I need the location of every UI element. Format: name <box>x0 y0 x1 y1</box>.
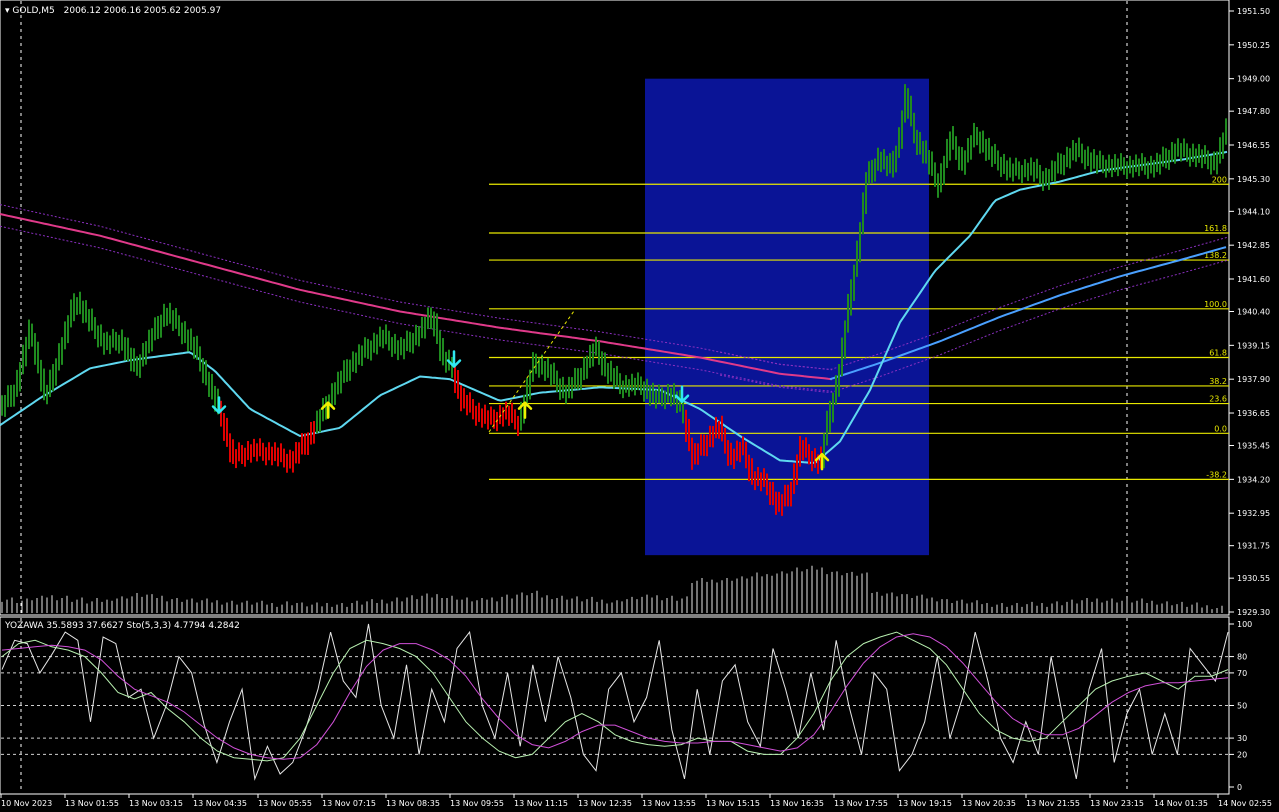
fib-level-label: 100.0 <box>1204 300 1227 309</box>
time-tick-label: 14 Nov 01:35 <box>1154 799 1208 808</box>
price-tick-label: 1929.30 <box>1237 608 1270 617</box>
time-tick-label: 13 Nov 03:15 <box>129 799 183 808</box>
price-tick-label: 1941.60 <box>1237 275 1270 284</box>
time-tick-label: 10 Nov 2023 <box>1 799 52 808</box>
fib-level-label: 0.0 <box>1214 424 1227 433</box>
fib-level-label: 23.6 <box>1209 395 1227 404</box>
price-tick-label: 1947.80 <box>1237 107 1270 116</box>
fib-level-label: 161.8 <box>1204 224 1227 233</box>
time-tick-label: 13 Nov 12:35 <box>578 799 632 808</box>
ohlc-values: 2006.12 2006.16 2005.62 2005.97 <box>64 6 221 16</box>
time-tick-label: 13 Nov 11:15 <box>514 799 568 808</box>
fib-level-label: 61.8 <box>1209 349 1227 358</box>
stoch-tick-label: 80 <box>1237 653 1247 662</box>
stoch-tick-label: 0 <box>1237 783 1242 792</box>
highlight-box-layer <box>645 78 929 556</box>
time-tick-label: 13 Nov 15:15 <box>706 799 760 808</box>
indicator-header: YOZAWA 35.5893 37.6627 Sto(5,3,3) 4.7794… <box>4 621 240 631</box>
price-tick-label: 1937.90 <box>1237 375 1270 384</box>
price-tick-label: 1930.55 <box>1237 574 1270 583</box>
time-tick-label: 14 Nov 02:55 <box>1218 799 1272 808</box>
header-dropdown-icon[interactable]: ▾ <box>5 6 12 16</box>
fib-level-label: -38.2 <box>1206 470 1227 479</box>
price-tick-label: 1936.65 <box>1237 409 1270 418</box>
time-tick-label: 13 Nov 17:55 <box>834 799 888 808</box>
time-tick-label: 13 Nov 08:35 <box>386 799 440 808</box>
price-tick-label: 1934.20 <box>1237 475 1270 484</box>
stoch-tick-label: 30 <box>1237 734 1247 743</box>
price-tick-label: 1940.40 <box>1237 308 1270 317</box>
price-tick-label: 1945.30 <box>1237 175 1270 184</box>
highlight-rectangle[interactable] <box>645 78 929 556</box>
symbol-header: ▾ GOLD,M5 2006.12 2006.16 2005.62 2005.9… <box>5 6 221 16</box>
time-tick-label: 13 Nov 04:35 <box>193 799 247 808</box>
time-tick-label: 13 Nov 19:15 <box>898 799 952 808</box>
price-tick-label: 1939.15 <box>1237 341 1270 350</box>
price-tick-label: 1944.10 <box>1237 207 1270 216</box>
time-tick-label: 13 Nov 01:55 <box>65 799 119 808</box>
price-tick-label: 1935.45 <box>1237 442 1270 451</box>
fib-level-label: 38.2 <box>1209 377 1227 386</box>
price-tick-label: 1942.85 <box>1237 241 1270 250</box>
time-tick-label: 13 Nov 09:55 <box>450 799 504 808</box>
time-tick-label: 13 Nov 21:55 <box>1026 799 1080 808</box>
time-tick-label: 13 Nov 07:15 <box>322 799 376 808</box>
price-tick-label: 1931.75 <box>1237 542 1270 551</box>
fib-level-label: 200 <box>1212 175 1227 184</box>
price-tick-label: 1951.50 <box>1237 7 1270 16</box>
price-tick-label: 1946.55 <box>1237 141 1270 150</box>
price-tick-label: 1932.95 <box>1237 509 1270 518</box>
price-tick-label: 1950.25 <box>1237 41 1270 50</box>
stoch-tick-label: 70 <box>1237 669 1247 678</box>
time-tick-label: 13 Nov 20:35 <box>962 799 1016 808</box>
stoch-tick-label: 20 <box>1237 750 1247 759</box>
time-tick-label: 13 Nov 16:35 <box>770 799 824 808</box>
symbol-label: GOLD,M5 <box>12 6 54 16</box>
time-tick-label: 13 Nov 05:55 <box>258 799 312 808</box>
time-tick-label: 13 Nov 13:55 <box>642 799 696 808</box>
price-tick-label: 1949.00 <box>1237 75 1270 84</box>
stoch-tick-label: 100 <box>1237 620 1252 629</box>
trading-chart[interactable]: 200161.8138.2100.061.838.223.60.0-38.2 ▾… <box>0 0 1279 812</box>
time-tick-label: 13 Nov 23:15 <box>1090 799 1144 808</box>
stoch-tick-label: 50 <box>1237 702 1247 711</box>
